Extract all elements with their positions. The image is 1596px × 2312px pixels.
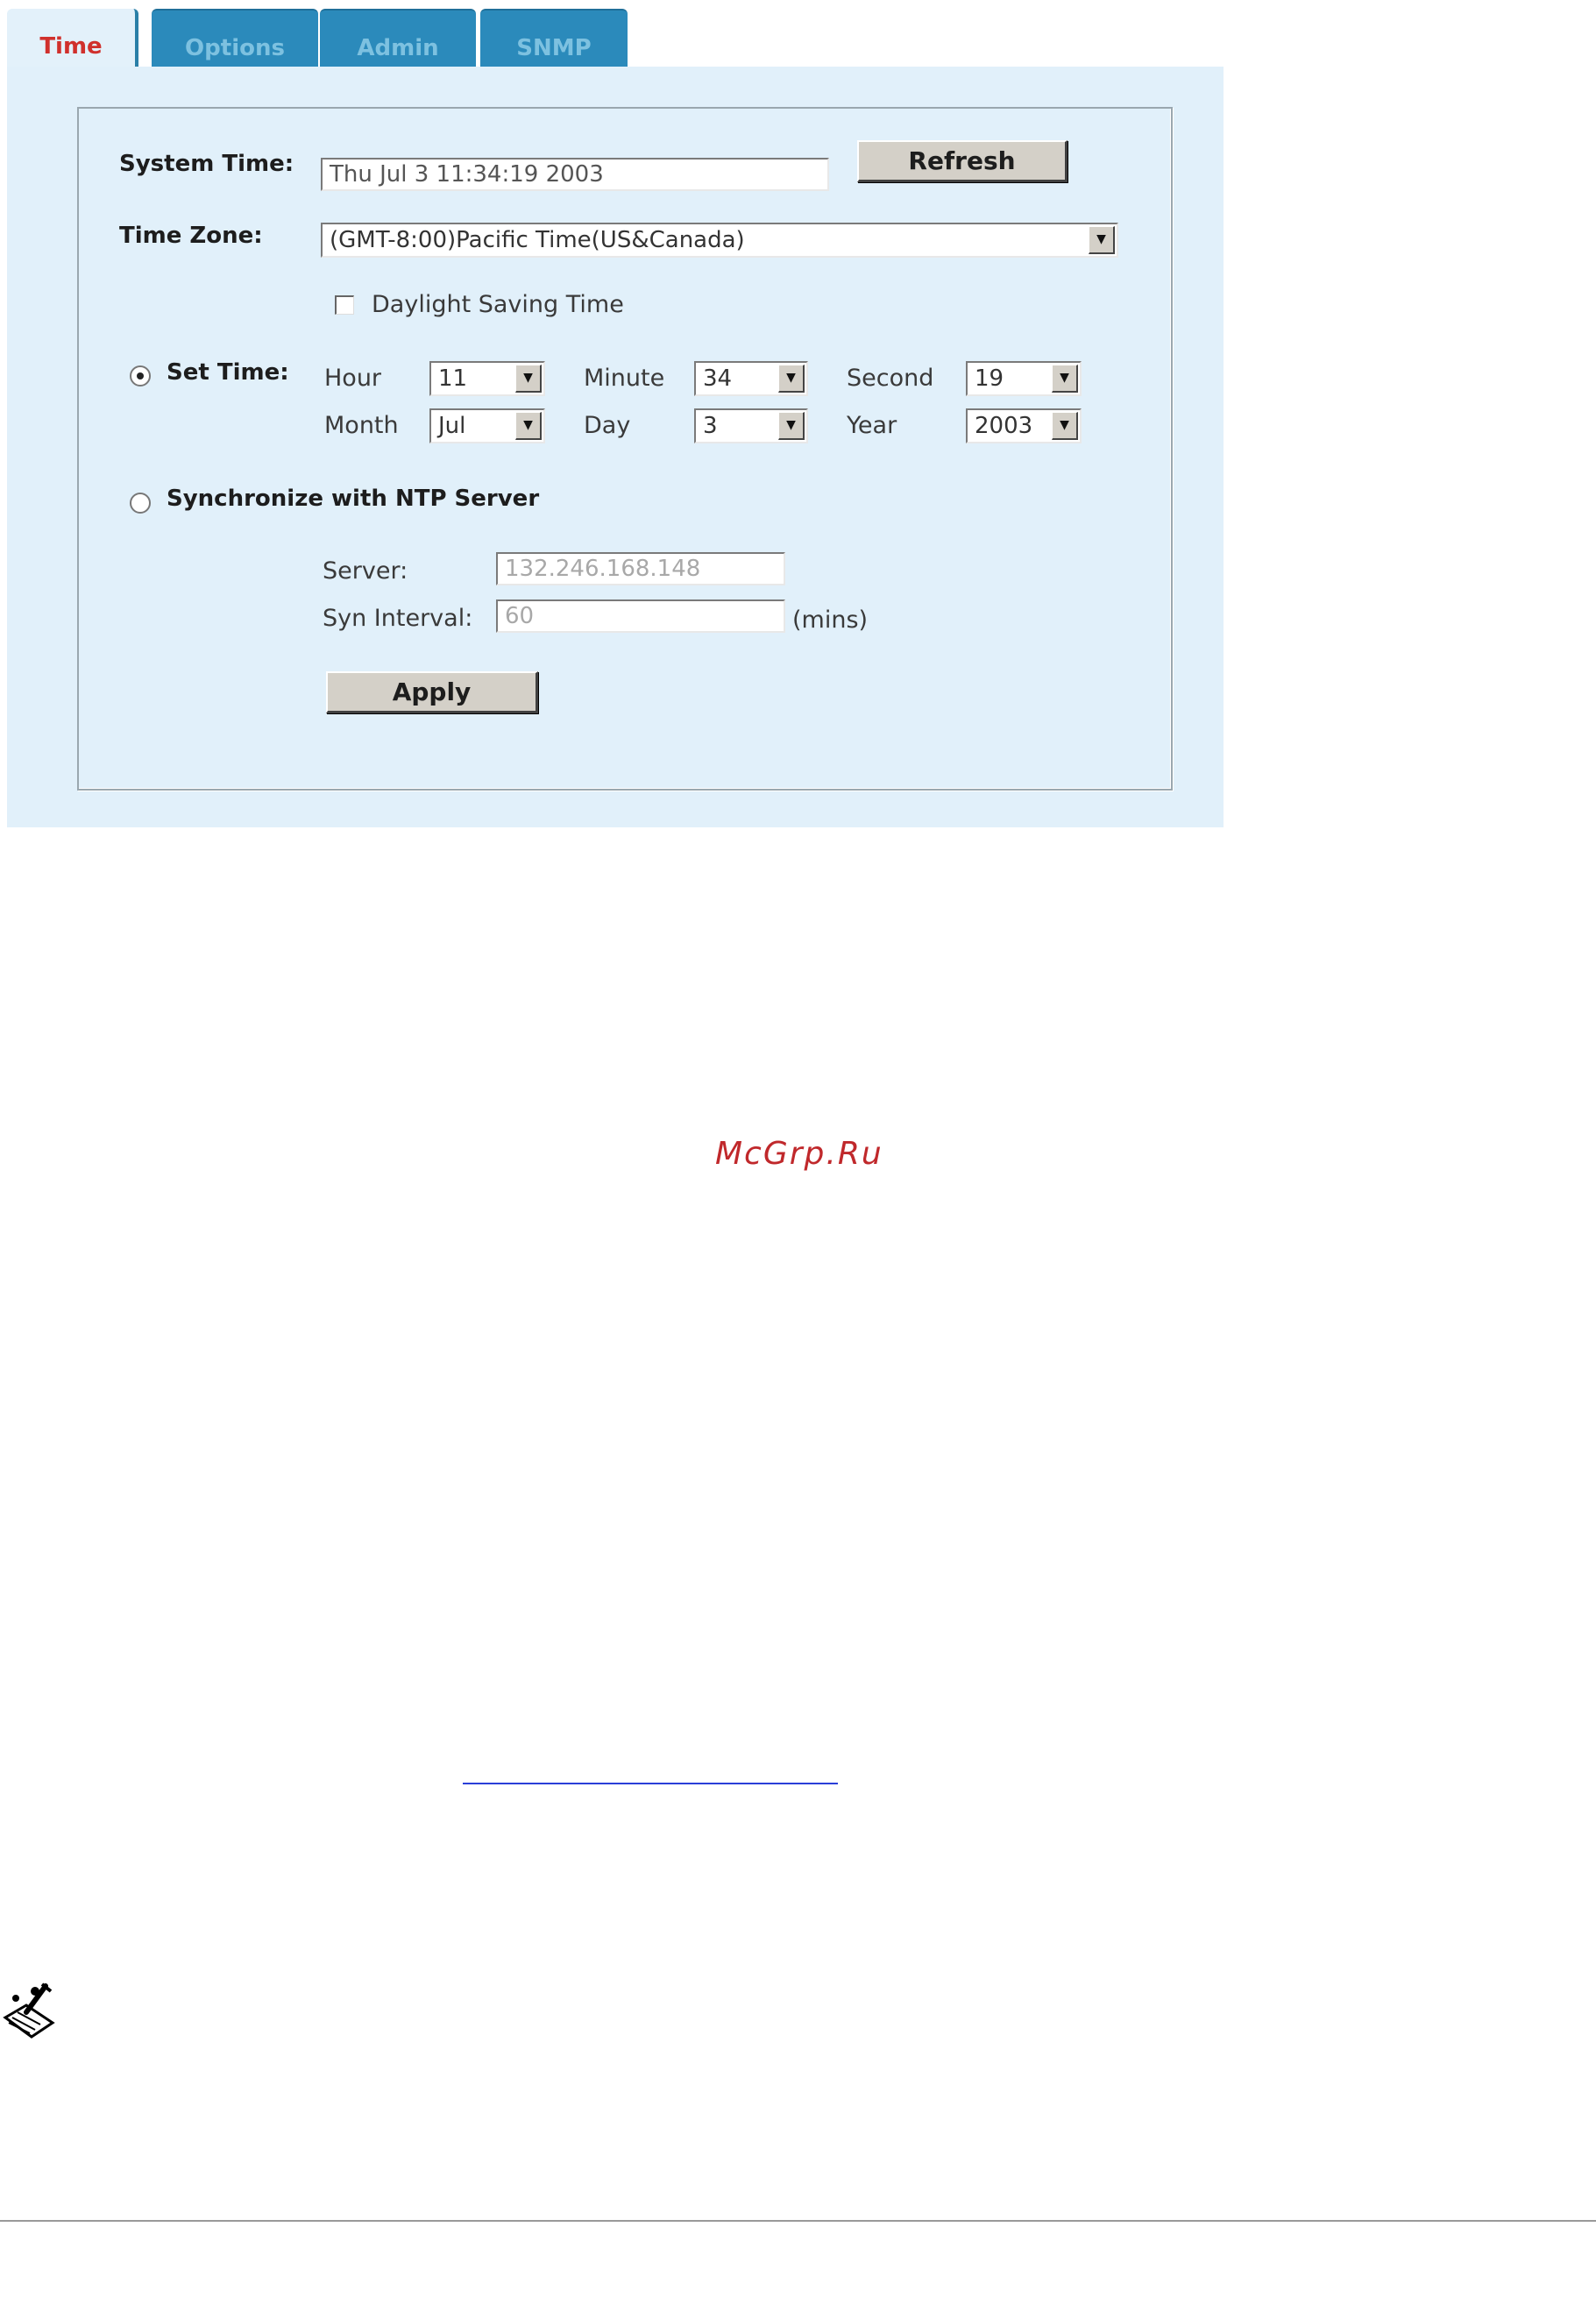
apply-button[interactable]: Apply [326, 671, 538, 713]
time-zone-label: Time Zone: [119, 223, 263, 249]
hour-value: 11 [438, 365, 468, 392]
hour-label: Hour [324, 365, 382, 392]
minute-select[interactable]: 34 ▼ [694, 361, 808, 396]
tab-snmp[interactable]: SNMP [480, 9, 628, 67]
ntp-sync-label: Synchronize with NTP Server [167, 486, 540, 512]
interval-unit-label: (mins) [792, 606, 869, 634]
chevron-down-icon: ▼ [515, 412, 542, 440]
month-value: Jul [438, 413, 466, 439]
second-label: Second [847, 365, 934, 392]
year-select[interactable]: 2003 ▼ [966, 408, 1082, 443]
day-select[interactable]: 3 ▼ [694, 408, 808, 443]
time-settings-panel: System Time: Thu Jul 3 11:34:19 2003 Ref… [7, 67, 1224, 827]
sync-interval-label: Syn Interval: [323, 605, 473, 632]
chevron-down-icon: ▼ [1052, 412, 1078, 440]
year-value: 2003 [975, 413, 1033, 439]
refresh-button[interactable]: Refresh [857, 140, 1068, 182]
minute-value: 34 [703, 365, 733, 392]
tab-admin[interactable]: Admin [320, 9, 476, 67]
footer-divider [0, 2220, 1596, 2222]
day-value: 3 [703, 413, 718, 439]
month-select[interactable]: Jul ▼ [429, 408, 545, 443]
set-time-label: Set Time: [167, 359, 289, 386]
server-label: Server: [323, 557, 408, 585]
daylight-saving-checkbox[interactable] [335, 295, 354, 315]
chevron-down-icon: ▼ [778, 412, 805, 440]
watermark-text: McGrp.Ru [715, 1136, 883, 1172]
system-time-label: System Time: [119, 151, 294, 177]
set-time-radio[interactable] [130, 365, 151, 387]
year-label: Year [847, 412, 897, 439]
link-underline[interactable] [463, 1783, 838, 1784]
tab-time[interactable]: Time [7, 9, 138, 67]
second-select[interactable]: 19 ▼ [966, 361, 1082, 396]
time-settings-frame: System Time: Thu Jul 3 11:34:19 2003 Ref… [77, 107, 1173, 791]
daylight-saving-label: Daylight Saving Time [372, 291, 624, 318]
month-label: Month [324, 412, 399, 439]
tab-options[interactable]: Options [152, 9, 318, 67]
ntp-sync-radio[interactable] [130, 493, 151, 514]
hour-select[interactable]: 11 ▼ [429, 361, 545, 396]
sync-interval-input[interactable]: 60 [496, 599, 785, 633]
minute-label: Minute [584, 365, 665, 392]
chevron-down-icon: ▼ [1089, 226, 1115, 254]
time-zone-value: (GMT-8:00)Pacific Time(US&Canada) [330, 227, 745, 253]
tab-bar: Time Options Admin SNMP [7, 9, 1234, 67]
server-input[interactable]: 132.246.168.148 [496, 552, 785, 585]
second-value: 19 [975, 365, 1004, 392]
system-time-field: Thu Jul 3 11:34:19 2003 [321, 158, 829, 191]
chevron-down-icon: ▼ [1052, 365, 1078, 393]
note-icon [3, 1982, 55, 2039]
chevron-down-icon: ▼ [515, 365, 542, 393]
chevron-down-icon: ▼ [778, 365, 805, 393]
time-zone-select[interactable]: (GMT-8:00)Pacific Time(US&Canada) ▼ [321, 223, 1118, 258]
day-label: Day [584, 412, 631, 439]
